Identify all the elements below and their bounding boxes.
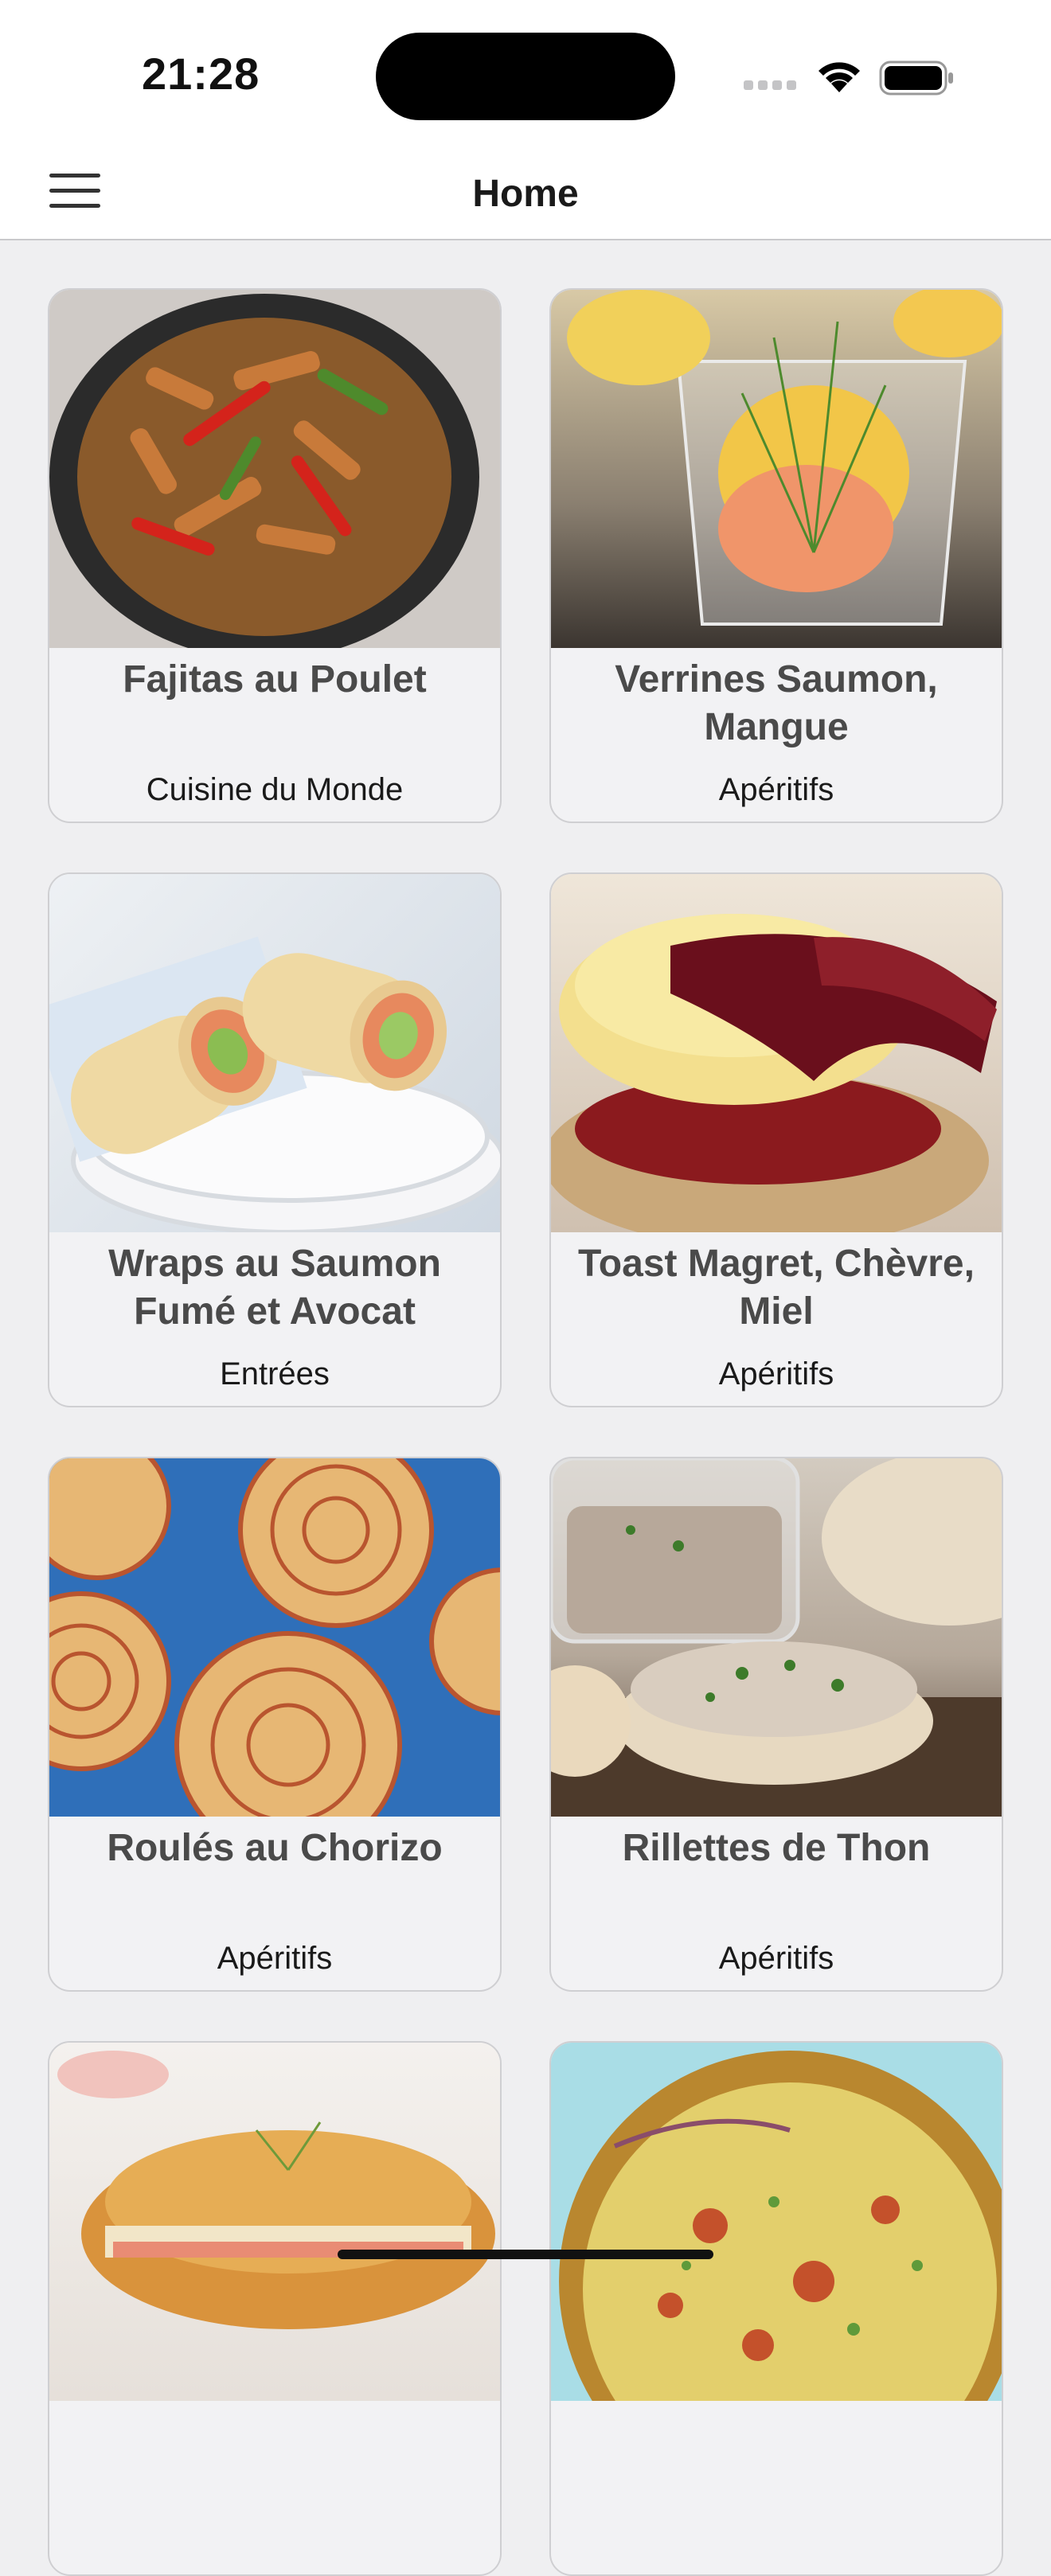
recipe-category: Apéritifs	[217, 1941, 333, 1976]
recipe-image	[551, 874, 1002, 1232]
recipe-category: Apéritifs	[718, 1941, 834, 1976]
recipe-image	[49, 2043, 500, 2401]
recipe-card[interactable]	[48, 2041, 502, 2576]
status-bar: 21:28	[0, 0, 1051, 143]
recipe-title: Rillettes de Thon	[622, 1827, 931, 1869]
page-title: Home	[472, 173, 579, 215]
recipe-title: Roulés au Chorizo	[107, 1827, 443, 1869]
recipe-card[interactable]: Verrines Saumon, Mangue Apéritifs	[549, 288, 1003, 823]
recipe-image	[49, 290, 500, 648]
recipe-title: Verrines Saumon, Mangue	[615, 658, 938, 748]
recipe-title: Wraps au Saumon Fumé et Avocat	[108, 1243, 441, 1333]
dynamic-island	[376, 33, 675, 120]
recipe-image	[551, 1458, 1002, 1817]
recipe-category: Cuisine du Monde	[146, 772, 404, 807]
recipe-title: Fajitas au Poulet	[123, 658, 427, 701]
navigation-bar: Home	[0, 143, 1051, 240]
recipe-card[interactable]: Rillettes de Thon Apéritifs	[549, 1457, 1003, 1992]
home-indicator[interactable]	[338, 2250, 713, 2259]
recipe-card[interactable]: Fajitas au Poulet Cuisine du Monde	[48, 288, 502, 823]
recipe-image	[49, 1458, 500, 1817]
recipe-category: Apéritifs	[718, 1356, 834, 1391]
wifi-icon	[819, 62, 860, 92]
recipe-title: Toast Magret, Chèvre, Miel	[578, 1243, 975, 1333]
recipe-card[interactable]: Wraps au Saumon Fumé et Avocat Entrées	[48, 872, 502, 1407]
recipe-card[interactable]: Toast Magret, Chèvre, Miel Apéritifs	[549, 872, 1003, 1407]
recipe-image	[49, 874, 500, 1232]
recipe-category: Apéritifs	[718, 772, 834, 807]
cellular-signal-icon	[744, 80, 801, 94]
recipe-image	[551, 2043, 1002, 2401]
recipe-card[interactable]: Roulés au Chorizo Apéritifs	[48, 1457, 502, 1992]
recipe-category: Entrées	[220, 1356, 330, 1391]
recipe-image	[551, 290, 1002, 648]
battery-icon	[879, 60, 953, 96]
recipe-card[interactable]	[549, 2041, 1003, 2576]
status-time: 21:28	[142, 49, 260, 99]
